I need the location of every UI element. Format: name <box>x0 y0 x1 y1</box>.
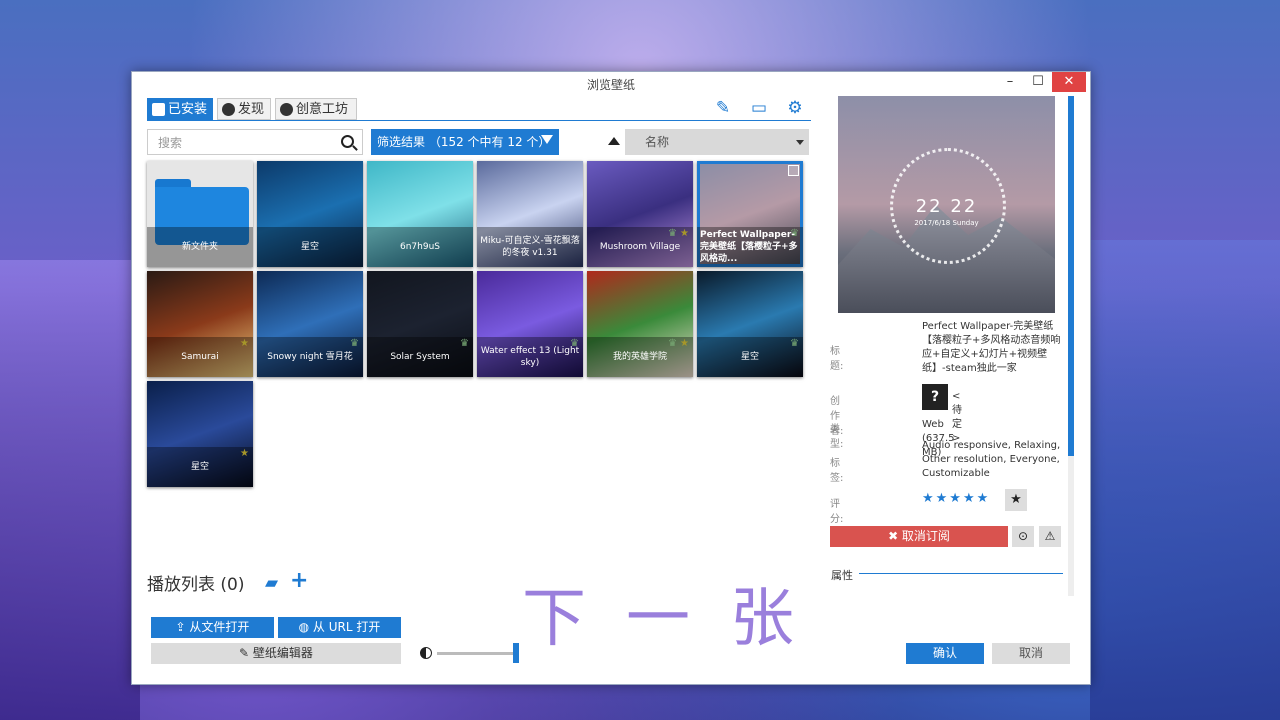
tab-discover[interactable]: 发现 <box>217 98 271 120</box>
wallpaper-tile[interactable]: 6n7h9uS <box>367 161 473 267</box>
overlay-annotation: 下一张 <box>522 582 834 656</box>
wallpaper-tile[interactable]: ★ 星空 <box>147 381 253 487</box>
sort-select-value: 名称 <box>645 135 670 149</box>
wallpaper-preview: 22 22 2017/6/18 Sunday <box>838 96 1055 313</box>
wallpaper-editor-icon[interactable]: ✎ <box>713 98 733 118</box>
chevron-down-icon <box>796 140 804 145</box>
brightness-slider[interactable] <box>437 652 517 655</box>
wallpaper-tile-title: 星空 <box>147 447 253 487</box>
wallpaper-tile-folder[interactable]: 新文件夹 <box>147 161 253 267</box>
upload-icon: ⇪ <box>175 620 190 634</box>
favorite-button[interactable]: ★ <box>1005 489 1027 511</box>
properties-label: 属性 <box>831 569 853 582</box>
type-label: 类型: <box>830 424 844 450</box>
desktop-background-left <box>0 260 140 720</box>
sort-direction-icon[interactable] <box>608 137 620 145</box>
wallpaper-tile-title: Snowy night 雪月花 <box>257 337 363 377</box>
close-button[interactable]: ✕ <box>1052 72 1086 92</box>
window-title: 浏览壁纸 <box>586 78 635 92</box>
brightness-icon <box>420 647 432 659</box>
open-folder-icon[interactable]: ▰ <box>265 573 278 593</box>
wallpaper-tile-selected[interactable]: ♛ Perfect Wallpaper-完美壁纸【落樱粒子+多风格动... <box>697 161 803 267</box>
wallpaper-tile[interactable]: Miku-可自定义-雪花飘落的冬夜 v1.31 <box>477 161 583 267</box>
wallpaper-tile-title: 6n7h9uS <box>367 227 473 267</box>
funnel-icon <box>541 135 553 144</box>
unsubscribe-button[interactable]: ✖ 取消订阅 <box>830 526 1008 547</box>
wallpaper-tile[interactable]: ♛ ★ Mushroom Village <box>587 161 693 267</box>
globe-icon: ◍ <box>298 620 313 634</box>
tab-installed-label: 已安装 <box>168 102 208 117</box>
wallpaper-tile-title: Mushroom Village <box>587 227 693 267</box>
tags-label: 标签: <box>830 458 844 484</box>
browse-wallpaper-window: 浏览壁纸 – ☐ ✕ 已安装 发现 创意工坊 ✎ ▭ ⚙ 筛选结果 （152 个… <box>131 71 1091 685</box>
gear-icon[interactable]: ⚙ <box>785 98 805 118</box>
wallpaper-tile-title: 新文件夹 <box>147 227 253 267</box>
tab-workshop-label: 创意工坊 <box>296 102 349 117</box>
open-from-file-label: 从文件打开 <box>189 620 250 634</box>
open-from-url-button[interactable]: ◍ 从 URL 打开 <box>278 617 401 638</box>
search-box <box>147 129 363 155</box>
select-checkbox[interactable] <box>788 165 799 176</box>
desktop-background-right <box>1090 240 1280 720</box>
add-icon[interactable]: + <box>290 568 308 593</box>
compass-icon <box>222 103 235 116</box>
brightness-slider-handle[interactable] <box>513 643 519 663</box>
rating-label: 评分: <box>830 499 844 525</box>
save-icon <box>152 103 165 116</box>
tab-discover-label: 发现 <box>238 102 265 117</box>
wallpaper-tile[interactable]: 星空 <box>257 161 363 267</box>
tab-underline <box>147 120 811 121</box>
wallpaper-tile-title: 我的英雄学院 <box>587 337 693 377</box>
tab-workshop[interactable]: 创意工坊 <box>275 98 357 120</box>
filter-results-label: 筛选结果 （152 个中有 12 个） <box>377 135 551 149</box>
wallpaper-tile-title: Solar System <box>367 337 473 377</box>
editor-icon: ✎ <box>239 646 253 660</box>
rating-stars: ★★★★★ <box>922 491 991 506</box>
wallpaper-editor-label: 壁纸编辑器 <box>252 646 313 660</box>
display-icon[interactable]: ▭ <box>749 98 769 118</box>
scrollbar-thumb[interactable] <box>1068 96 1074 456</box>
title-bar: 浏览壁纸 – ☐ ✕ <box>132 72 1090 94</box>
wallpaper-tile-title: Samurai <box>147 337 253 377</box>
title-value: Perfect Wallpaper-完美壁纸【落樱粒子+多风格动态音频响应+自定… <box>922 321 1061 374</box>
search-input[interactable] <box>156 131 340 155</box>
minimize-button[interactable]: – <box>996 72 1024 92</box>
playlist-label: 播放列表 (0) <box>147 575 245 595</box>
warning-icon[interactable]: ⚠ <box>1039 526 1061 547</box>
wallpaper-tile-title: 星空 <box>697 337 803 377</box>
author-avatar[interactable]: ? <box>922 384 948 410</box>
wallpaper-tile[interactable]: ♛ ★ 我的英雄学院 <box>587 271 693 377</box>
wallpaper-tile[interactable]: ♛ 星空 <box>697 271 803 377</box>
open-from-url-label: 从 URL 打开 <box>312 620 381 634</box>
cancel-button[interactable]: 取消 <box>992 643 1070 664</box>
wallpaper-tile[interactable]: ♛ Solar System <box>367 271 473 377</box>
wallpaper-tile-title: Perfect Wallpaper-完美壁纸【落樱粒子+多风格动... <box>697 227 803 267</box>
title-label: 标题: <box>830 346 844 372</box>
ok-button[interactable]: 确认 <box>906 643 984 664</box>
wallpaper-tile-title: 星空 <box>257 227 363 267</box>
open-from-file-button[interactable]: ⇪ 从文件打开 <box>151 617 274 638</box>
sort-select[interactable]: 名称 <box>625 129 809 155</box>
search-icon[interactable] <box>341 135 354 148</box>
wallpaper-tile-title: Water effect 13 (Light sky) <box>477 337 583 377</box>
steam-icon[interactable]: ⊙ <box>1012 526 1034 547</box>
steam-icon <box>280 103 293 116</box>
details-scrollbar[interactable] <box>1068 96 1074 596</box>
wallpaper-tile[interactable]: ★ Samurai <box>147 271 253 377</box>
wallpaper-tile[interactable]: ♛ Snowy night 雪月花 <box>257 271 363 377</box>
preview-clock: 22 22 <box>915 196 978 217</box>
wallpaper-tile-title: Miku-可自定义-雪花飘落的冬夜 v1.31 <box>477 227 583 267</box>
filter-results-button[interactable]: 筛选结果 （152 个中有 12 个） <box>371 129 559 155</box>
preview-date: 2017/6/18 Sunday <box>914 219 979 227</box>
tab-installed[interactable]: 已安装 <box>147 98 213 120</box>
wallpaper-editor-button[interactable]: ✎ 壁纸编辑器 <box>151 643 401 664</box>
properties-divider <box>859 573 1063 574</box>
tags-value: Audio responsive, Relaxing, Other resolu… <box>922 440 1061 479</box>
maximize-button[interactable]: ☐ <box>1024 72 1052 92</box>
wallpaper-tile[interactable]: ♛ Water effect 13 (Light sky) <box>477 271 583 377</box>
